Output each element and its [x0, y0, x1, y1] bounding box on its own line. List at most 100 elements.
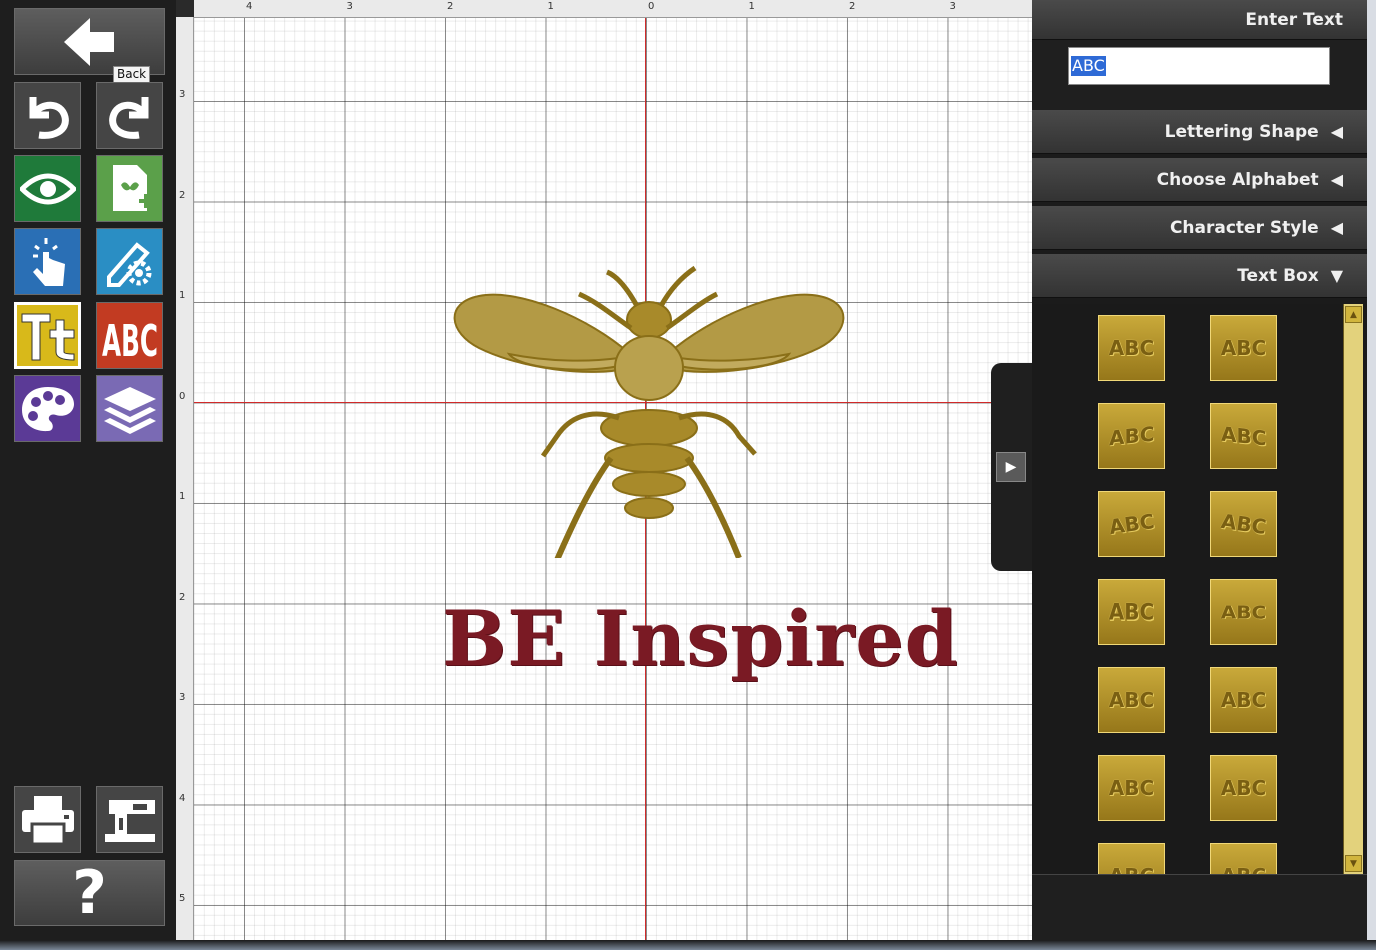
text-shape-tile[interactable]: ABC	[1098, 403, 1165, 469]
text-shape-tile[interactable]: ABC	[1210, 579, 1277, 645]
enter-text-header: Enter Text	[1032, 0, 1367, 40]
ruler-tick-label: 3	[346, 1, 353, 12]
design-lettering[interactable]: BE Inspired	[442, 594, 959, 683]
lettering-shape-label: Lettering Shape	[1164, 122, 1319, 142]
hand-pointer-icon	[32, 237, 65, 286]
ruler-tick-label: 1	[179, 290, 186, 301]
text-shape-tile[interactable]: ABC	[1098, 579, 1165, 645]
ruler-tick-label: 5	[179, 893, 186, 904]
ruler-tick-label: 2	[849, 1, 856, 12]
text-shape-tile[interactable]: ABC	[1098, 755, 1165, 821]
text-shape-tile[interactable]: ABC	[1210, 755, 1277, 821]
help-button[interactable]: ?	[14, 858, 165, 928]
preview-button[interactable]	[14, 155, 81, 222]
tile-label: ABC	[1108, 598, 1155, 626]
ruler-tick-label: 1	[179, 491, 186, 502]
ruler-tick-label: 1	[748, 1, 755, 12]
layers-icon	[103, 386, 156, 434]
back-tooltip: Back	[113, 66, 151, 83]
expand-panel-arrow-icon[interactable]: ▶	[996, 452, 1026, 482]
tile-label: ABC	[1107, 508, 1156, 540]
back-button[interactable]: Back	[14, 8, 165, 83]
add-design-button[interactable]	[96, 155, 163, 222]
edit-gear-icon	[106, 241, 151, 287]
text-shape-tile[interactable]: ABC	[1098, 315, 1165, 381]
lettering-shape-section[interactable]: Lettering Shape ◀	[1032, 110, 1367, 154]
svg-text:ABC: ABC	[102, 316, 158, 364]
text-shape-tile[interactable]: ABC	[1098, 843, 1165, 874]
add-design-icon	[112, 164, 153, 211]
app-window: Back ABC ? 4 3 2 1 0 1 2 3 3 2 1 0 1 2 3…	[0, 0, 1376, 950]
print-button[interactable]	[14, 786, 81, 853]
panel-footer	[1032, 874, 1367, 941]
tile-label: ABC	[1220, 776, 1267, 800]
text-tool-button[interactable]	[14, 302, 81, 369]
design-workspace: 4 3 2 1 0 1 2 3 3 2 1 0 1 2 3 4 5 BE Inspired ▶	[176, 0, 1032, 940]
monogram-button[interactable]: ABC	[96, 302, 163, 369]
text-box-label: Text Box	[1237, 266, 1319, 286]
undo-button[interactable]	[14, 82, 81, 149]
text-icon	[21, 313, 74, 361]
text-box-section[interactable]: Text Box ▼	[1032, 254, 1367, 298]
expand-arrow-icon: ▼	[1330, 266, 1343, 285]
horizontal-ruler: 4 3 2 1 0 1 2 3	[194, 0, 1032, 18]
scroll-down-icon[interactable]: ▼	[1345, 855, 1362, 872]
bee-embroidery-design[interactable]	[439, 258, 859, 558]
undo-icon	[29, 96, 69, 139]
text-input-area: ABC	[1032, 40, 1367, 110]
text-shape-tile[interactable]: ABC	[1210, 667, 1277, 733]
tile-label: ABC	[1220, 688, 1267, 712]
choose-alphabet-section[interactable]: Choose Alphabet ◀	[1032, 158, 1367, 202]
monogram-icon: ABC	[102, 316, 158, 364]
layers-button[interactable]	[96, 375, 163, 442]
ruler-tick-label: 4	[246, 1, 253, 12]
tool-sidebar: Back ABC ?	[0, 0, 177, 950]
tile-label: ABC	[1219, 508, 1268, 540]
design-canvas[interactable]: BE Inspired	[194, 18, 1032, 940]
panel-toggle-tab: ▶	[991, 363, 1032, 571]
send-to-machine-button[interactable]	[96, 786, 163, 853]
text-shape-tile[interactable]: ABC	[1210, 491, 1277, 557]
colors-button[interactable]	[14, 375, 81, 442]
redo-icon	[108, 96, 148, 139]
text-shape-gallery: ABC ABC ABC ABC ABC ABC ABC ABC ABC ABC ABC ABC ABC A…	[1032, 304, 1367, 874]
edit-tools-button[interactable]	[96, 228, 163, 295]
text-shape-tile[interactable]: ABC	[1098, 491, 1165, 557]
eye-icon	[19, 173, 76, 204]
scroll-up-icon[interactable]: ▲	[1345, 306, 1362, 323]
ruler-tick-label: 1	[547, 1, 554, 12]
tile-label: ABC	[1108, 421, 1155, 451]
gallery-scrollbar[interactable]: ▲ ▼	[1343, 304, 1363, 874]
tile-label: ABC	[1109, 864, 1154, 874]
vertical-ruler: 3 2 1 0 1 2 3 4 5	[176, 17, 194, 940]
ruler-tick-label: 2	[447, 1, 454, 12]
selected-input-text: ABC	[1071, 56, 1106, 76]
tile-label: ABC	[1108, 776, 1155, 800]
enter-text-input[interactable]	[1068, 47, 1330, 85]
back-arrow-icon	[63, 17, 114, 66]
ruler-tick-label: 0	[179, 390, 186, 402]
select-button[interactable]	[14, 228, 81, 295]
ruler-tick-label: 3	[949, 1, 956, 12]
character-style-section[interactable]: Character Style ◀	[1032, 206, 1367, 250]
redo-button[interactable]	[96, 82, 163, 149]
palette-icon	[21, 386, 74, 431]
tile-label: ABC	[1221, 864, 1266, 874]
text-shape-tile[interactable]: ABC	[1098, 667, 1165, 733]
text-properties-panel: Enter Text ABC Lettering Shape ◀ Choose A…	[1032, 0, 1367, 941]
ruler-tick-label: 0	[648, 1, 655, 12]
text-shape-tile[interactable]: ABC	[1210, 403, 1277, 469]
ruler-tick-label: 2	[179, 591, 186, 603]
collapse-arrow-icon: ◀	[1330, 122, 1343, 141]
tile-label: ABC	[1220, 421, 1267, 451]
ruler-tick-label: 3	[179, 89, 186, 100]
ruler-tick-label: 2	[179, 189, 186, 201]
window-edge	[1367, 0, 1376, 950]
ruler-tick-label: 4	[179, 792, 186, 804]
ruler-tick-label: 3	[179, 692, 186, 703]
collapse-arrow-icon: ◀	[1330, 170, 1343, 189]
tile-label: ABC	[1220, 336, 1267, 360]
text-shape-tile[interactable]: ABC	[1210, 315, 1277, 381]
text-shape-tile[interactable]: ABC	[1210, 843, 1277, 874]
printer-icon	[21, 795, 74, 845]
